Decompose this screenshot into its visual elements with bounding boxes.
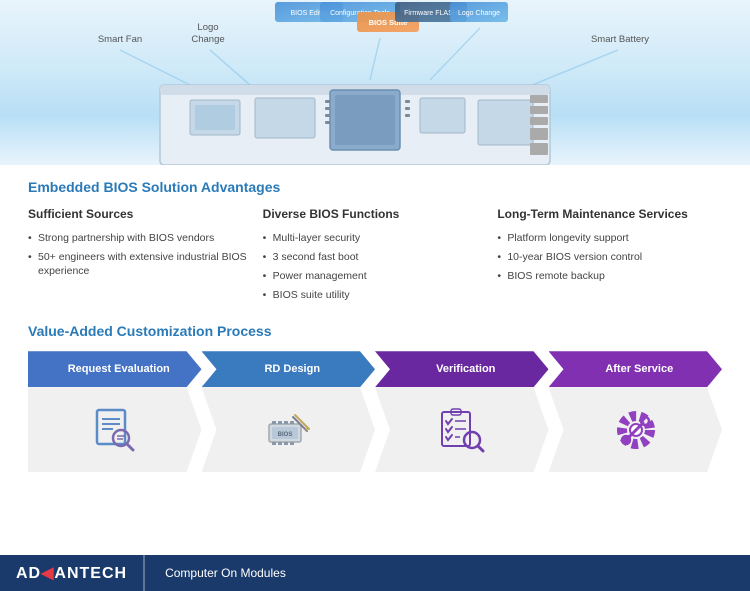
- svg-text:Firmware FLASH: Firmware FLASH: [404, 10, 458, 17]
- section1-title: Embedded BIOS Solution Advantages: [28, 179, 722, 195]
- list-item: BIOS suite utility: [263, 288, 488, 302]
- col3-heading: Long-Term Maintenance Services: [497, 207, 722, 223]
- step-verification: Verification: [375, 351, 549, 472]
- svg-text:Logo Change: Logo Change: [458, 10, 500, 17]
- footer: AD◀ANTECH Computer On Modules: [0, 555, 750, 591]
- step4-icon-area: [549, 387, 723, 472]
- step4-header: After Service: [549, 351, 723, 387]
- footer-brand: AD◀ANTECH: [16, 563, 127, 583]
- list-item: Multi-layer security: [263, 231, 488, 245]
- search-document-icon: [87, 402, 142, 457]
- advantage-col-3: Long-Term Maintenance Services Platform …: [497, 207, 722, 307]
- advantage-col-2: Diverse BIOS Functions Multi-layer secur…: [263, 207, 488, 307]
- svg-text:BIOS: BIOS: [277, 432, 292, 438]
- step1-header: Request Evaluation: [28, 351, 202, 387]
- step2-label: RD Design: [264, 363, 320, 375]
- advantages-grid: Sufficient Sources Strong partnership wi…: [28, 207, 722, 307]
- footer-subtitle: Computer On Modules: [145, 566, 306, 580]
- step1-icon-area: [28, 387, 202, 472]
- list-item: 50+ engineers with extensive industrial …: [28, 250, 253, 278]
- main-content: Embedded BIOS Solution Advantages Suffic…: [0, 165, 750, 482]
- step3-label: Verification: [436, 363, 495, 375]
- list-item: Strong partnership with BIOS vendors: [28, 231, 253, 245]
- list-item: BIOS remote backup: [497, 269, 722, 283]
- step3-header: Verification: [375, 351, 549, 387]
- diagram-container: BIOS Editor Configuration Tools BIOS Sui…: [0, 0, 750, 165]
- svg-text:Change: Change: [191, 34, 224, 45]
- col2-list: Multi-layer security 3 second fast boot …: [263, 231, 488, 303]
- step4-label: After Service: [605, 363, 673, 375]
- col1-list: Strong partnership with BIOS vendors 50+…: [28, 231, 253, 279]
- svg-text:Logo: Logo: [197, 22, 218, 33]
- step2-icon-area: BIOS: [202, 387, 376, 472]
- diagram-section: BIOS Editor Configuration Tools BIOS Sui…: [0, 0, 750, 165]
- step-request-evaluation: Request Evaluation: [28, 351, 202, 472]
- wrench-gear-icon: [608, 402, 663, 457]
- list-item: Platform longevity support: [497, 231, 722, 245]
- section2-title: Value-Added Customization Process: [28, 323, 722, 339]
- list-item: 3 second fast boot: [263, 250, 488, 264]
- svg-text:Smart Fan: Smart Fan: [98, 34, 142, 45]
- step-rd-design: RD Design BIOS: [202, 351, 376, 472]
- step3-icon-area: [375, 387, 549, 472]
- step2-header: RD Design: [202, 351, 376, 387]
- list-item: 10-year BIOS version control: [497, 250, 722, 264]
- step-after-service: After Service: [549, 351, 723, 472]
- bios-chip-icon: BIOS: [261, 402, 316, 457]
- footer-logo: AD◀ANTECH: [0, 555, 144, 591]
- process-steps: Request Evaluation: [28, 351, 722, 472]
- svg-text:Smart Battery: Smart Battery: [591, 34, 649, 45]
- step1-label: Request Evaluation: [68, 363, 170, 375]
- col2-heading: Diverse BIOS Functions: [263, 207, 488, 223]
- advantage-col-1: Sufficient Sources Strong partnership wi…: [28, 207, 253, 307]
- col3-list: Platform longevity support 10-year BIOS …: [497, 231, 722, 284]
- list-item: Power management: [263, 269, 488, 283]
- checklist-search-icon: [434, 402, 489, 457]
- col1-heading: Sufficient Sources: [28, 207, 253, 223]
